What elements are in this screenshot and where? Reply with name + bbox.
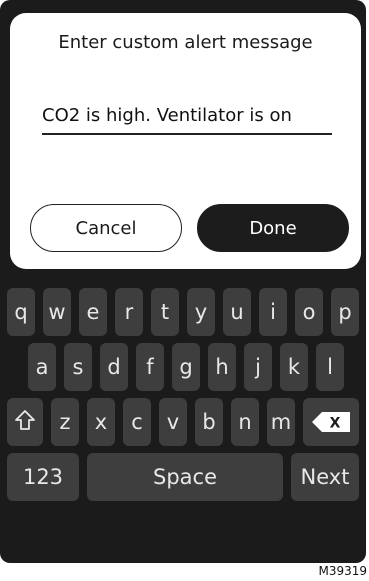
numbers-key[interactable]: 123 <box>7 453 79 501</box>
next-key[interactable]: Next <box>291 453 359 501</box>
done-button[interactable]: Done <box>197 204 349 252</box>
key-t[interactable]: t <box>151 288 179 336</box>
key-i[interactable]: i <box>259 288 287 336</box>
on-screen-keyboard: q w e r t y u i o p a s d f g h j k l z … <box>0 280 366 563</box>
key-f[interactable]: f <box>136 343 164 391</box>
shift-key[interactable] <box>7 398 43 446</box>
alert-message-input[interactable] <box>42 101 332 135</box>
key-o[interactable]: o <box>295 288 323 336</box>
key-q[interactable]: q <box>7 288 35 336</box>
key-n[interactable]: n <box>231 398 259 446</box>
key-g[interactable]: g <box>172 343 200 391</box>
key-x[interactable]: x <box>87 398 115 446</box>
key-v[interactable]: v <box>159 398 187 446</box>
key-h[interactable]: h <box>208 343 236 391</box>
key-j[interactable]: j <box>244 343 272 391</box>
dialog-title: Enter custom alert message <box>58 32 313 53</box>
key-l[interactable]: l <box>316 343 344 391</box>
key-d[interactable]: d <box>100 343 128 391</box>
shift-arrow-icon <box>14 409 36 436</box>
cancel-button[interactable]: Cancel <box>30 204 182 252</box>
key-r[interactable]: r <box>115 288 143 336</box>
key-p[interactable]: p <box>331 288 359 336</box>
key-b[interactable]: b <box>195 398 223 446</box>
key-s[interactable]: s <box>64 343 92 391</box>
key-e[interactable]: e <box>79 288 107 336</box>
key-w[interactable]: w <box>43 288 71 336</box>
backspace-icon: X <box>311 411 351 433</box>
device-screen: Enter custom alert message Cancel Done q… <box>0 0 366 563</box>
alert-message-dialog: Enter custom alert message Cancel Done <box>10 13 361 269</box>
delete-key[interactable]: X <box>303 398 359 446</box>
key-c[interactable]: c <box>123 398 151 446</box>
space-key[interactable]: Space <box>87 453 283 501</box>
figure-id: M39319 <box>318 564 367 578</box>
key-m[interactable]: m <box>267 398 295 446</box>
key-z[interactable]: z <box>51 398 79 446</box>
backspace-glyph: X <box>330 416 341 432</box>
key-u[interactable]: u <box>223 288 251 336</box>
key-y[interactable]: y <box>187 288 215 336</box>
key-a[interactable]: a <box>28 343 56 391</box>
key-k[interactable]: k <box>280 343 308 391</box>
